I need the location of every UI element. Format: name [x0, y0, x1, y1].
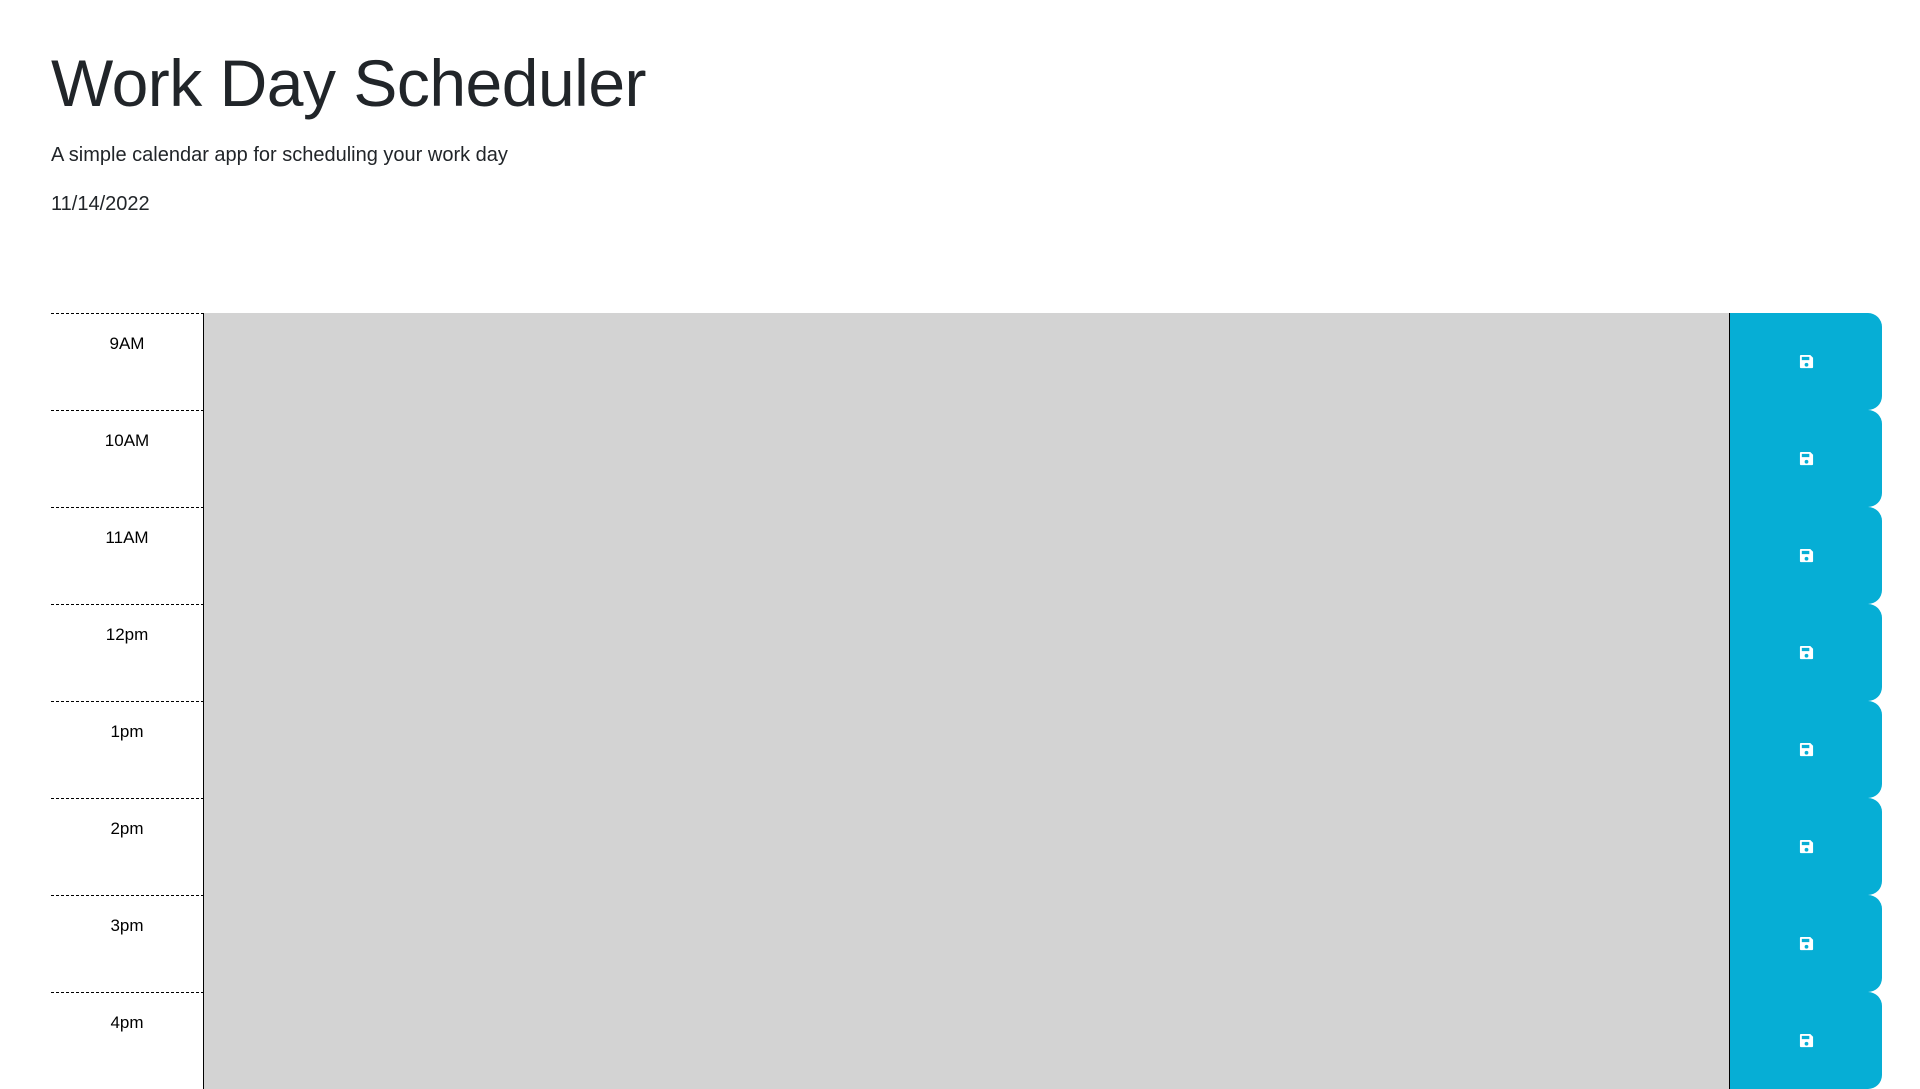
- event-description-input[interactable]: [204, 313, 1729, 410]
- save-button[interactable]: [1729, 604, 1882, 701]
- hour-label: 3pm: [51, 895, 204, 992]
- time-block: 11AM: [51, 507, 1882, 604]
- event-description-input[interactable]: [204, 604, 1729, 701]
- hour-label: 4pm: [51, 992, 204, 1089]
- hour-label: 9AM: [51, 313, 204, 410]
- event-description-input[interactable]: [204, 992, 1729, 1089]
- save-button[interactable]: [1729, 992, 1882, 1089]
- page-title: Work Day Scheduler: [51, 46, 647, 120]
- floppy-disk-icon: [1799, 1033, 1813, 1048]
- page-subtitle: A simple calendar app for scheduling you…: [51, 144, 508, 166]
- time-block: 9AM: [51, 313, 1882, 410]
- save-button[interactable]: [1729, 798, 1882, 895]
- save-button[interactable]: [1729, 507, 1882, 604]
- event-description-input[interactable]: [204, 798, 1729, 895]
- schedule: 9AM 10AM 11AM 12pm 1pm 2pm 3pm 4pm: [51, 313, 1882, 1089]
- hour-label: 1pm: [51, 701, 204, 798]
- hour-label: 2pm: [51, 798, 204, 895]
- time-block: 3pm: [51, 895, 1882, 992]
- current-date: 11/14/2022: [51, 193, 150, 215]
- hour-label: 10AM: [51, 410, 204, 507]
- event-description-input[interactable]: [204, 410, 1729, 507]
- floppy-disk-icon: [1799, 354, 1813, 369]
- event-description-input[interactable]: [204, 701, 1729, 798]
- time-block: 2pm: [51, 798, 1882, 895]
- time-block: 10AM: [51, 410, 1882, 507]
- time-block: 12pm: [51, 604, 1882, 701]
- floppy-disk-icon: [1799, 742, 1813, 757]
- hour-label: 11AM: [51, 507, 204, 604]
- floppy-disk-icon: [1799, 839, 1813, 854]
- floppy-disk-icon: [1799, 548, 1813, 563]
- event-description-input[interactable]: [204, 507, 1729, 604]
- time-block: 1pm: [51, 701, 1882, 798]
- save-button[interactable]: [1729, 410, 1882, 507]
- save-button[interactable]: [1729, 701, 1882, 798]
- event-description-input[interactable]: [204, 895, 1729, 992]
- floppy-disk-icon: [1799, 451, 1813, 466]
- save-button[interactable]: [1729, 313, 1882, 410]
- floppy-disk-icon: [1799, 936, 1813, 951]
- save-button[interactable]: [1729, 895, 1882, 992]
- hour-label: 12pm: [51, 604, 204, 701]
- time-block: 4pm: [51, 992, 1882, 1089]
- floppy-disk-icon: [1799, 645, 1813, 660]
